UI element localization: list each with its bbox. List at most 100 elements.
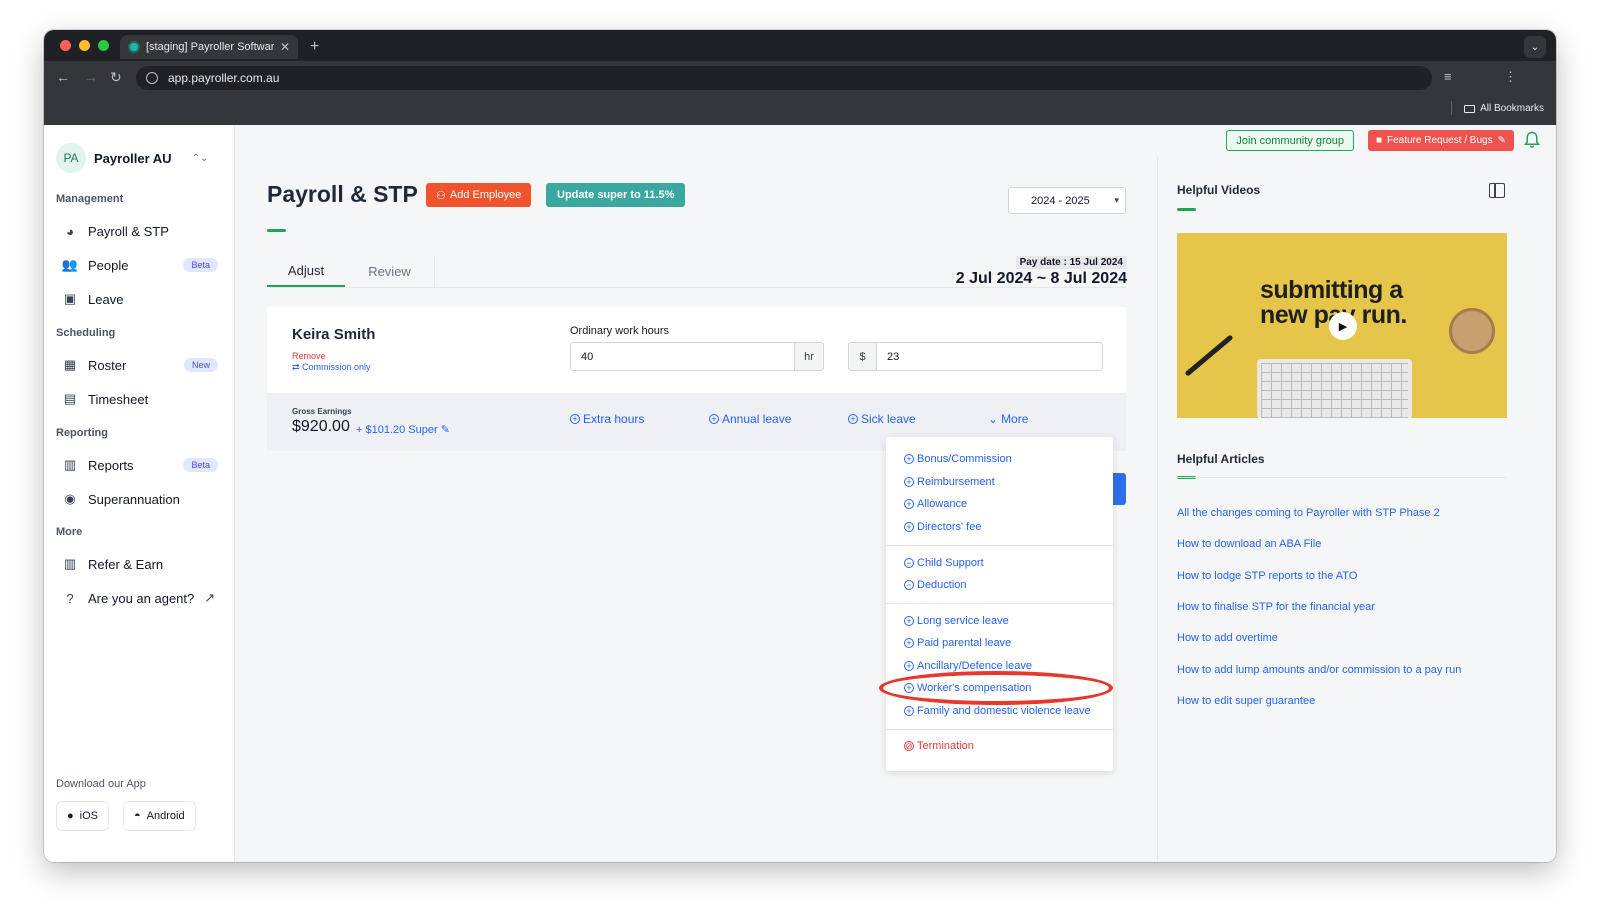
- menu-item-termination[interactable]: ⊘ Termination: [904, 740, 974, 752]
- tab-adjust[interactable]: Adjust: [267, 255, 345, 287]
- new-tab-icon[interactable]: +: [310, 38, 319, 56]
- ordinary-hours-label: Ordinary work hours: [570, 325, 670, 337]
- forward-icon[interactable]: →: [84, 69, 98, 85]
- sidebar-item-roster[interactable]: ▦ Roster New: [62, 353, 218, 377]
- menu-item-label: Bonus/Commission: [917, 453, 1012, 465]
- sidebar-item-superannuation[interactable]: ◉ Superannuation: [62, 487, 218, 511]
- sidebar-item-reports[interactable]: ▥ Reports Beta: [62, 453, 218, 477]
- tab-close-icon[interactable]: ✕: [280, 40, 290, 54]
- org-switcher[interactable]: PA Payroller AU ⌃⌄: [56, 143, 208, 173]
- panel-toggle-icon[interactable]: [1489, 183, 1505, 198]
- sidebar-item-people[interactable]: 👥 People Beta: [62, 253, 218, 277]
- article-link[interactable]: How to finalise STP for the financial ye…: [1177, 601, 1375, 613]
- helpful-articles-title: Helpful Articles: [1177, 452, 1265, 466]
- android-icon: ◓: [134, 810, 141, 822]
- article-link[interactable]: How to add overtime: [1177, 632, 1278, 644]
- plus-circle-icon: +: [904, 522, 914, 532]
- all-bookmarks-button[interactable]: All Bookmarks: [1464, 103, 1544, 114]
- add-employee-button[interactable]: ⚇ Add Employee: [426, 183, 532, 207]
- back-icon[interactable]: ←: [56, 69, 70, 85]
- remove-employee-link[interactable]: Remove: [292, 351, 326, 361]
- chevron-down-icon: ⌄: [988, 412, 999, 426]
- sick-leave-link[interactable]: + Sick leave: [848, 412, 916, 426]
- people-icon: 👥: [61, 257, 79, 272]
- title-accent-bar: [267, 229, 286, 232]
- reload-icon[interactable]: ↻: [110, 69, 122, 86]
- menu-item-label: Family and domestic violence leave: [917, 705, 1091, 717]
- hourly-rate-input[interactable]: [876, 342, 1103, 371]
- ios-button[interactable]: ● iOS: [56, 801, 109, 831]
- commission-only-link[interactable]: ⇄ Commission only: [292, 362, 371, 373]
- sidebar-item-payroll[interactable]: ◕ Payroll & STP: [62, 219, 218, 243]
- site-info-icon[interactable]: [146, 72, 158, 84]
- top-bar: Join community group ■ Feature Request /…: [235, 125, 1556, 157]
- article-link[interactable]: How to edit super guarantee: [1177, 695, 1315, 707]
- annual-leave-label: Annual leave: [722, 412, 792, 426]
- tab-search-icon[interactable]: ⌄: [1524, 36, 1546, 58]
- financial-year-select[interactable]: 2024 - 2025 ▾: [1008, 187, 1126, 214]
- menu-item-label: Termination: [917, 740, 974, 752]
- sidebar-item-label: Timesheet: [88, 391, 149, 407]
- coaster-illustration: [1449, 308, 1495, 354]
- timesheet-icon: ▤: [63, 391, 77, 406]
- menu-item-child-support[interactable]: − Child Support: [904, 557, 984, 569]
- tab-review[interactable]: Review: [345, 255, 435, 287]
- menu-item-ancillary-defence-leave[interactable]: + Ancillary/Defence leave: [904, 660, 1032, 672]
- payrun-tabs: Adjust Review: [267, 255, 435, 287]
- minus-circle-icon: −: [904, 580, 914, 590]
- favicon-icon: [128, 41, 140, 53]
- menu-item-long-service-leave[interactable]: + Long service leave: [904, 615, 1009, 627]
- plus-circle-icon: +: [904, 706, 914, 716]
- sidebar-item-label: Refer & Earn: [88, 556, 164, 572]
- sidebar-item-leave[interactable]: ▣ Leave: [62, 287, 218, 311]
- bug-icon: ✎: [1497, 135, 1506, 146]
- menu-item-deduction[interactable]: − Deduction: [904, 579, 967, 591]
- sidebar-item-label: Are you an agent?: [88, 590, 195, 606]
- primary-action-button[interactable]: [1113, 473, 1126, 505]
- browser-tab[interactable]: [staging] Payroller Software ✕: [120, 35, 298, 59]
- article-link[interactable]: How to add lump amounts and/or commissio…: [1177, 664, 1461, 676]
- extra-hours-link[interactable]: + Extra hours: [570, 412, 644, 426]
- menu-item-family-violence-leave[interactable]: + Family and domestic violence leave: [904, 705, 1091, 717]
- notification-bell-icon[interactable]: [1524, 131, 1540, 149]
- minimize-window-button[interactable]: [79, 40, 90, 51]
- menu-item-paid-parental-leave[interactable]: + Paid parental leave: [904, 637, 1011, 649]
- sidebar-item-refer[interactable]: ▥ Refer & Earn: [62, 552, 218, 576]
- article-link[interactable]: How to download an ABA File: [1177, 538, 1321, 550]
- menu-item-directors-fee[interactable]: + Directors' fee: [904, 521, 981, 533]
- close-window-button[interactable]: [60, 40, 71, 51]
- menu-item-workers-compensation[interactable]: + Worker's compensation: [904, 682, 1031, 694]
- main-content: Payroll & STP ⚇ Add Employee Update supe…: [235, 157, 1157, 862]
- menu-item-bonus-commission[interactable]: + Bonus/Commission: [904, 453, 1012, 465]
- super-amount-link[interactable]: + $101.20 Super ✎: [356, 423, 450, 436]
- megaphone-icon: ■: [1375, 135, 1382, 146]
- play-icon[interactable]: ▶: [1329, 312, 1357, 340]
- menu-item-reimbursement[interactable]: + Reimbursement: [904, 476, 995, 488]
- more-menu-toggle[interactable]: ⌄ More: [988, 412, 1028, 426]
- chevron-down-icon: ▾: [1114, 195, 1119, 205]
- folder-icon: [1464, 104, 1476, 113]
- maximize-window-button[interactable]: [98, 40, 109, 51]
- update-super-button[interactable]: Update super to 11.5%: [546, 183, 686, 207]
- sidebar-item-agent[interactable]: ? Are you an agent? ↗: [62, 586, 218, 610]
- sidebar-item-timesheet[interactable]: ▤ Timesheet: [62, 387, 218, 411]
- browser-menu-icon[interactable]: ⋮: [1504, 69, 1517, 85]
- annual-leave-link[interactable]: + Annual leave: [709, 412, 791, 426]
- video-thumbnail[interactable]: submitting a new pay run. ▶: [1177, 233, 1507, 418]
- employee-card: Keira Smith Remove ⇄ Commission only Ord…: [267, 307, 1126, 393]
- feature-request-button[interactable]: ■ Feature Request / Bugs ✎: [1367, 130, 1514, 151]
- plus-circle-icon: +: [709, 414, 719, 424]
- ios-label: iOS: [79, 810, 98, 822]
- address-bar[interactable]: app.payroller.com.au: [136, 66, 1432, 90]
- ordinary-hours-input[interactable]: [570, 342, 795, 371]
- reading-list-icon[interactable]: ≡: [1444, 69, 1452, 84]
- article-link[interactable]: All the changes coming to Payroller with…: [1177, 507, 1440, 519]
- plus-circle-icon: +: [848, 414, 858, 424]
- menu-item-label: Worker's compensation: [917, 682, 1032, 694]
- android-button[interactable]: ◓ Android: [123, 801, 196, 831]
- beta-badge: Beta: [183, 458, 218, 472]
- menu-item-allowance[interactable]: + Allowance: [904, 498, 967, 510]
- join-community-button[interactable]: Join community group: [1226, 130, 1354, 151]
- org-avatar: PA: [56, 143, 86, 173]
- article-link[interactable]: How to lodge STP reports to the ATO: [1177, 570, 1357, 582]
